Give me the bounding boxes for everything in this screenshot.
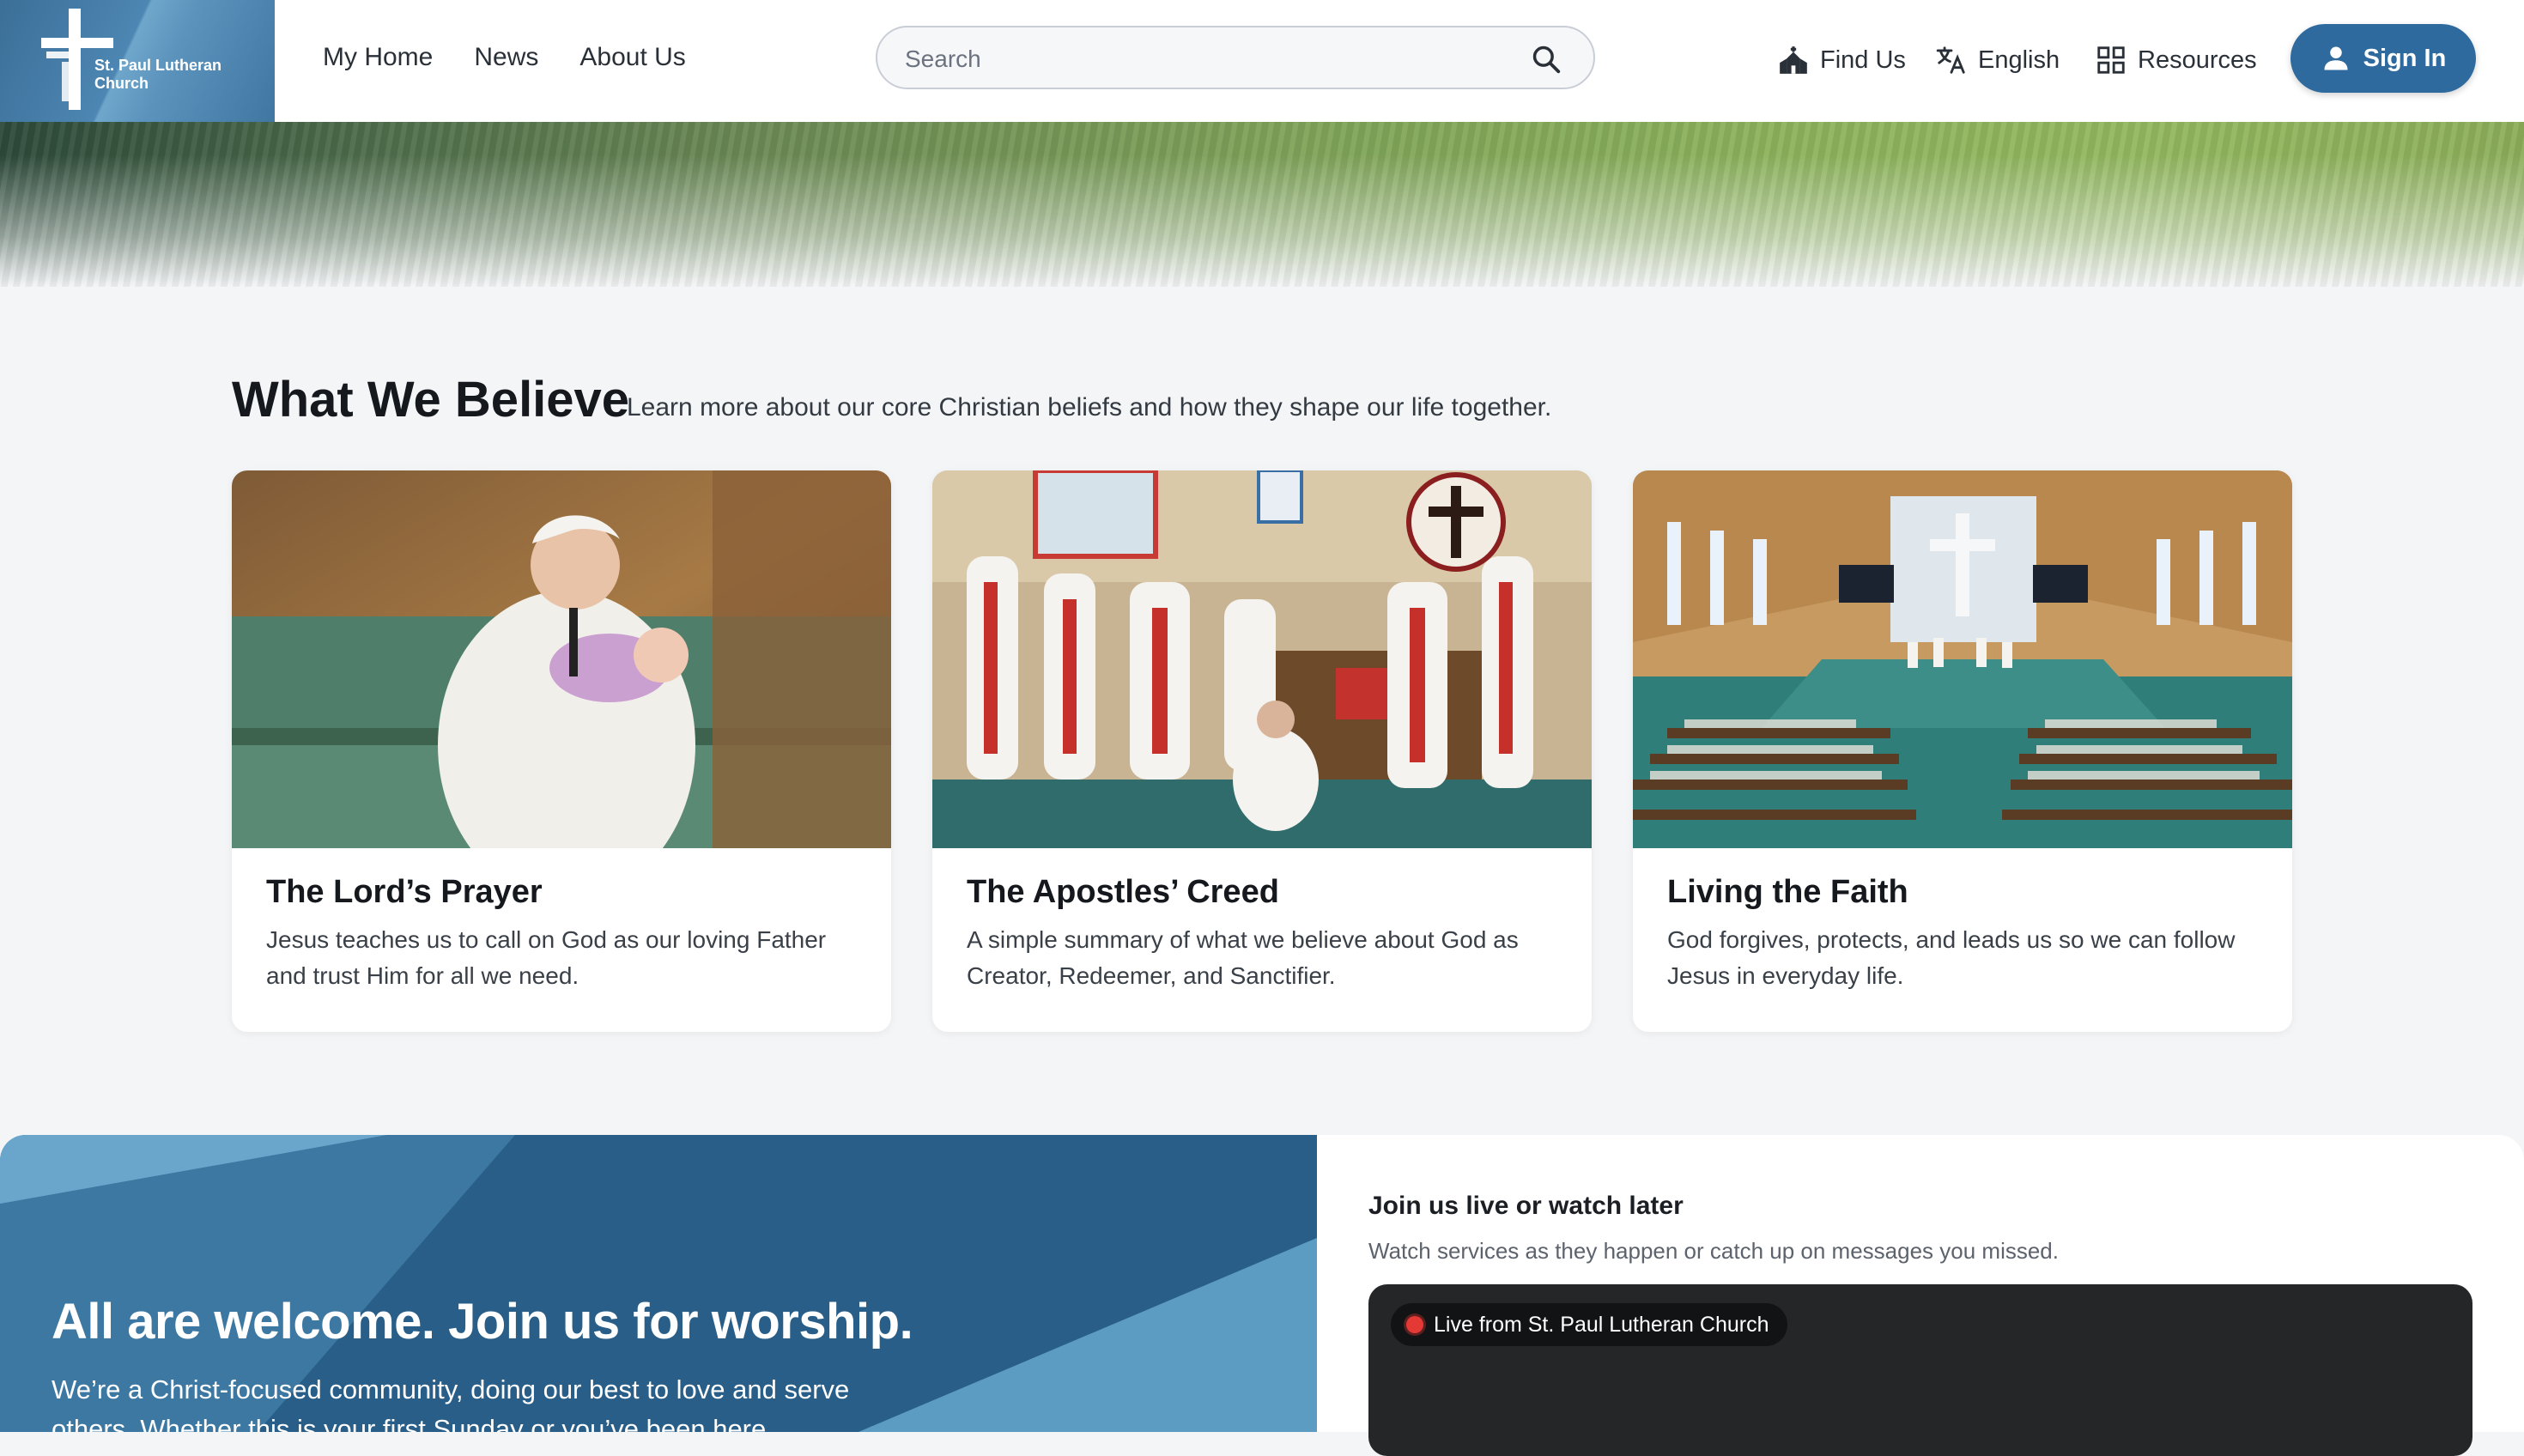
language-selector[interactable]: English: [1935, 39, 2060, 81]
translate-icon: [1936, 46, 1965, 74]
grid-icon: [2097, 46, 2125, 74]
church-logo[interactable]: St. Paul Lutheran Church: [0, 0, 275, 122]
nav-about-us[interactable]: About Us: [579, 43, 685, 72]
livestream-panel: Join us live or watch later Watch servic…: [1317, 1135, 2524, 1456]
card-title: The Apostles’ Creed: [967, 874, 1279, 910]
sign-in-button[interactable]: Sign In: [2290, 24, 2476, 93]
main-nav: My Home News About Us: [323, 43, 686, 72]
belief-card-apostles-creed[interactable]: The Apostles’ Creed A simple summary of …: [932, 470, 1592, 1032]
welcome-banner: All are welcome. Join us for worship. We…: [0, 1135, 1317, 1432]
video-player[interactable]: Live from St. Paul Lutheran Church: [1368, 1284, 2472, 1456]
welcome-text: We’re a Christ-focused community, doing …: [52, 1374, 850, 1432]
nav-news[interactable]: News: [474, 43, 538, 72]
livestream-subtitle: Watch services as they happen or catch u…: [1368, 1238, 2059, 1264]
section-subtitle: Learn more about our core Christian beli…: [627, 393, 1552, 422]
ordination-service-photo: [932, 470, 1592, 848]
logo-text: St. Paul Lutheran Church: [94, 57, 221, 93]
resources-label: Resources: [2138, 46, 2257, 74]
sign-in-label: Sign In: [2363, 44, 2447, 72]
card-text: God forgives, protects, and leads us so …: [1667, 926, 2236, 989]
logo-line-2: Church: [94, 75, 149, 92]
welcome-heading: All are welcome. Join us for worship.: [52, 1294, 913, 1350]
language-label: English: [1978, 46, 2060, 74]
card-title: The Lord’s Prayer: [266, 874, 543, 910]
livestream-heading: Join us live or watch later: [1368, 1192, 1684, 1220]
resources-menu[interactable]: Resources: [2095, 39, 2257, 81]
search-input[interactable]: [903, 39, 1525, 79]
live-indicator-icon: [1406, 1316, 1423, 1333]
live-badge: Live from St. Paul Lutheran Church: [1391, 1303, 1788, 1346]
find-us-link[interactable]: Find Us: [1777, 39, 1906, 81]
church-icon: [1780, 46, 1807, 74]
card-text: Jesus teaches us to call on God as our l…: [266, 926, 827, 989]
card-text: A simple summary of what we believe abou…: [967, 926, 1519, 989]
pastor-holding-baby-photo: [232, 470, 891, 848]
search-icon[interactable]: [1530, 43, 1562, 76]
live-label: Live from St. Paul Lutheran Church: [1434, 1312, 1769, 1337]
search-box: [876, 26, 1595, 89]
belief-card-lords-prayer[interactable]: The Lord’s Prayer Jesus teaches us to ca…: [232, 470, 891, 1032]
section-title: What We Believe: [232, 372, 630, 428]
nav-my-home[interactable]: My Home: [323, 43, 433, 72]
card-title: Living the Faith: [1667, 874, 1908, 910]
logo-line-1: St. Paul Lutheran: [94, 57, 222, 74]
site-header: St. Paul Lutheran Church My Home News Ab…: [0, 0, 2524, 122]
find-us-label: Find Us: [1820, 46, 1906, 74]
user-icon: [2324, 46, 2348, 70]
sanctuary-congregation-photo: [1633, 470, 2292, 848]
hero-image-strip: [0, 122, 2524, 287]
belief-card-living-the-faith[interactable]: Living the Faith God forgives, protects,…: [1633, 470, 2292, 1032]
